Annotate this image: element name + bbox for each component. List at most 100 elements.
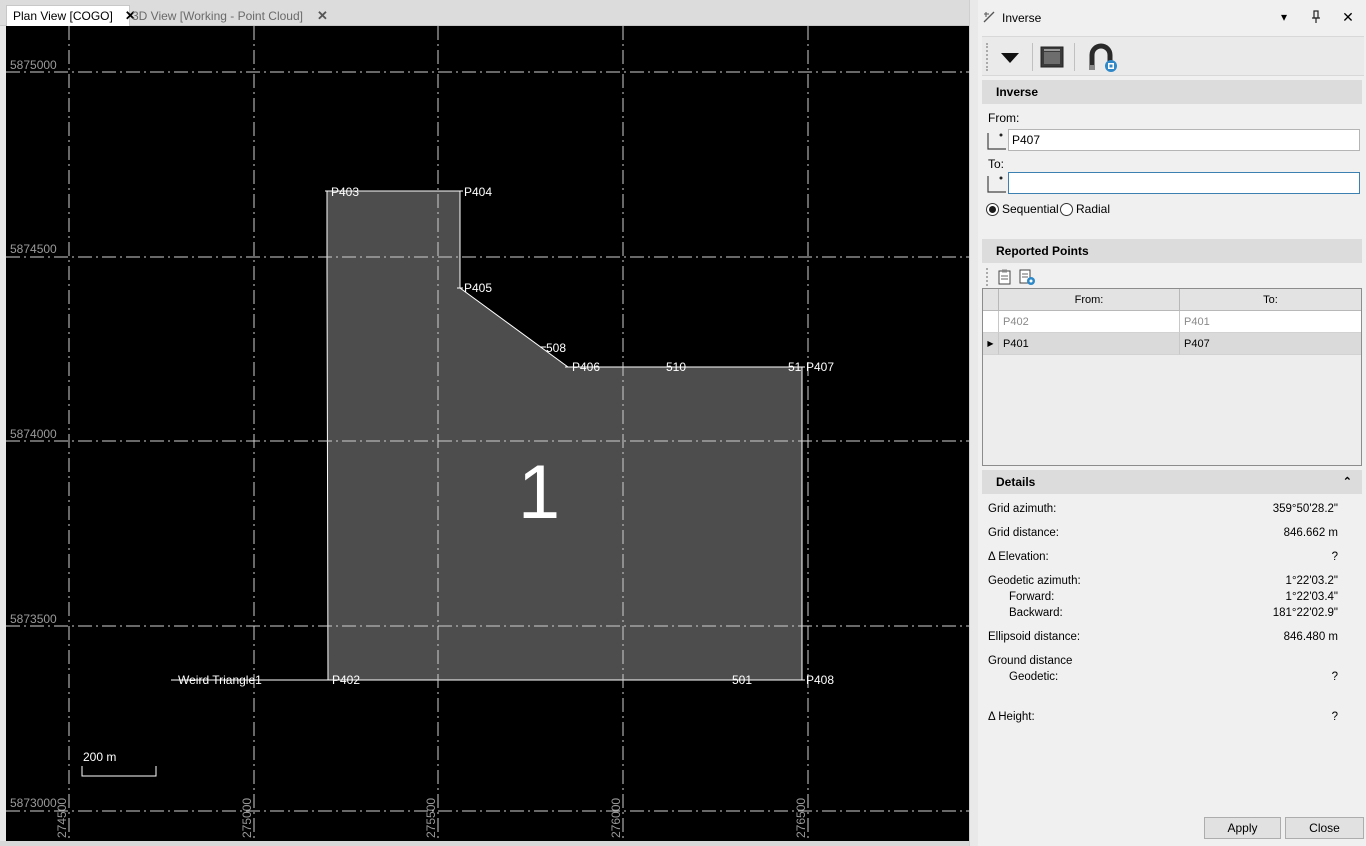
point-label-p404[interactable]: P404 (464, 185, 492, 199)
panel-splitter[interactable] (969, 0, 978, 846)
x-axis-label: 275000 (240, 798, 254, 838)
x-axis-label: 276500 (794, 798, 808, 838)
radial-label: Radial (1076, 202, 1111, 216)
forward-value: 1°22'03.4" (1285, 591, 1338, 603)
report-settings-icon[interactable] (1018, 268, 1036, 286)
geodetic-azimuth-label: Geodetic azimuth: (988, 575, 1081, 587)
toolbar-separator (1032, 43, 1033, 71)
inverse-section-header[interactable]: Inverse (982, 80, 1362, 104)
from-label: From: (988, 111, 1020, 125)
tab-3d-view-close-icon[interactable]: ✕ (317, 8, 328, 24)
row-selector[interactable] (983, 311, 999, 333)
point-label-501[interactable]: 501 (732, 673, 752, 687)
delta-height-label: Δ Height: (988, 711, 1035, 723)
inverse-panel: Inverse ▾ ✕ Inverse From: P407 To: Seque… (978, 0, 1366, 846)
sequential-radio[interactable]: Sequential (986, 202, 1059, 216)
plan-canvas[interactable]: 5875000 5874500 5874000 5873500 5873000 … (6, 26, 969, 841)
point-label-510[interactable]: 510 (666, 360, 686, 374)
from-input[interactable] (1008, 129, 1360, 151)
x-axis-label: 275500 (424, 798, 438, 838)
point-label-p408[interactable]: P408 (806, 673, 834, 687)
ground-distance-label: Ground distance (988, 655, 1073, 667)
point-label-p407[interactable]: P407 (806, 360, 834, 374)
grid-azimuth-value: 359°50'28.2" (1272, 503, 1338, 515)
toolbar-grip[interactable] (986, 268, 988, 286)
parcel-number[interactable]: 1 (518, 450, 560, 535)
scale-bar (81, 766, 157, 777)
panel-dropdown-icon[interactable]: ▾ (1276, 9, 1292, 25)
tab-plan-view-label: Plan View [COGO] (13, 9, 113, 23)
snap-magnet-icon[interactable] (1086, 41, 1118, 73)
point-label-p406[interactable]: P406 (572, 360, 600, 374)
point-pick-icon[interactable] (986, 172, 1008, 194)
inverse-toolbar (982, 36, 1364, 76)
radial-radio[interactable]: Radial (1060, 202, 1110, 216)
tab-plan-view[interactable]: Plan View [COGO] ✕ (6, 5, 136, 26)
grid-corner (983, 289, 999, 311)
plan-drawing[interactable]: 5875000 5874500 5874000 5873500 5873000 … (6, 26, 969, 841)
close-button[interactable]: Close (1285, 817, 1364, 839)
point-pick-icon[interactable] (986, 129, 1008, 151)
delta-elevation-value: ? (1331, 551, 1338, 563)
apply-button[interactable]: Apply (1204, 817, 1281, 839)
point-label-p403[interactable]: P403 (331, 185, 359, 199)
tab-3d-view-label: 3D View [Working - Point Cloud] (132, 8, 303, 23)
table-row[interactable]: P402 P401 (983, 311, 1361, 333)
y-axis-label: 5873500 (10, 612, 57, 626)
y-axis-label: 5873000 (10, 796, 57, 810)
x-axis-label: 276000 (609, 798, 623, 838)
grid-cell-to[interactable]: P401 (1180, 311, 1361, 333)
collapse-icon[interactable]: ⌃ (1343, 470, 1352, 494)
toolbar-grip[interactable] (986, 43, 988, 71)
point-label-p402[interactable]: P402 (332, 673, 360, 687)
status-strip (0, 841, 972, 846)
scale-bar-label: 200 m (83, 750, 116, 764)
toolbar-separator (1074, 43, 1075, 71)
sequential-label: Sequential (1002, 202, 1059, 216)
forward-label: Forward: (1009, 591, 1055, 603)
point-label-weird-triangle[interactable]: Weird Triangle1 (178, 673, 262, 687)
to-input[interactable] (1008, 172, 1360, 194)
y-axis-label: 5874000 (10, 427, 57, 441)
point-label-508[interactable]: 508 (546, 341, 566, 355)
ellipsoid-distance-value: 846.480 m (1283, 631, 1338, 643)
radial-radio-button[interactable] (1060, 202, 1073, 216)
parcel-polygon[interactable] (326, 190, 803, 681)
grid-distance-label: Grid distance: (988, 527, 1059, 539)
grid-header-from[interactable]: From: (999, 289, 1180, 311)
grid-header-to[interactable]: To: (1180, 289, 1361, 311)
dropdown-arrow-icon[interactable] (994, 41, 1026, 73)
grid-cell-to[interactable]: P407 (1180, 333, 1361, 355)
geodetic-azimuth-value: 1°22'03.2" (1285, 575, 1338, 587)
y-axis-label: 5874500 (10, 242, 57, 256)
point-label-51[interactable]: 51 (788, 360, 802, 374)
grid-azimuth-label: Grid azimuth: (988, 503, 1057, 515)
details-header[interactable]: Details ⌃ (982, 470, 1362, 494)
ellipsoid-distance-label: Ellipsoid distance: (988, 631, 1081, 643)
delta-height-value: ? (1331, 711, 1338, 723)
command-window-icon[interactable] (1036, 41, 1068, 73)
grid-cell-from[interactable]: P402 (999, 311, 1180, 333)
details-title: Details (996, 475, 1036, 489)
panel-title: Inverse (1002, 11, 1042, 25)
copy-report-icon[interactable] (996, 268, 1014, 286)
panel-titlebar: Inverse ▾ ✕ (978, 0, 1366, 34)
reported-points-toolbar (986, 266, 1186, 288)
reported-points-header[interactable]: Reported Points (982, 239, 1362, 263)
row-selector-current-icon[interactable]: ▶ (983, 333, 999, 355)
plan-view-area: Plan View [COGO] ✕ 3D View [Working - Po… (0, 0, 972, 846)
tab-3d-view[interactable]: 3D View [Working - Point Cloud] ✕ (126, 5, 328, 26)
point-label-p405[interactable]: P405 (464, 281, 492, 295)
grid-cell-from[interactable]: P401 (999, 333, 1180, 355)
close-icon[interactable]: ✕ (1340, 9, 1356, 25)
table-row[interactable]: ▶ P401 P407 (983, 333, 1361, 355)
pin-icon[interactable] (1308, 9, 1324, 25)
reported-points-grid[interactable]: From: To: P402 P401 ▶ P401 P407 (982, 288, 1362, 466)
inverse-tool-icon (983, 11, 995, 23)
delta-elevation-label: Δ Elevation: (988, 551, 1049, 563)
x-axis-label: 274500 (55, 798, 69, 838)
sequential-radio-button[interactable] (986, 202, 999, 216)
geodetic-label: Geodetic: (1009, 671, 1059, 683)
grid-header-row: From: To: (983, 289, 1361, 311)
backward-value: 181°22'02.9" (1272, 607, 1338, 619)
